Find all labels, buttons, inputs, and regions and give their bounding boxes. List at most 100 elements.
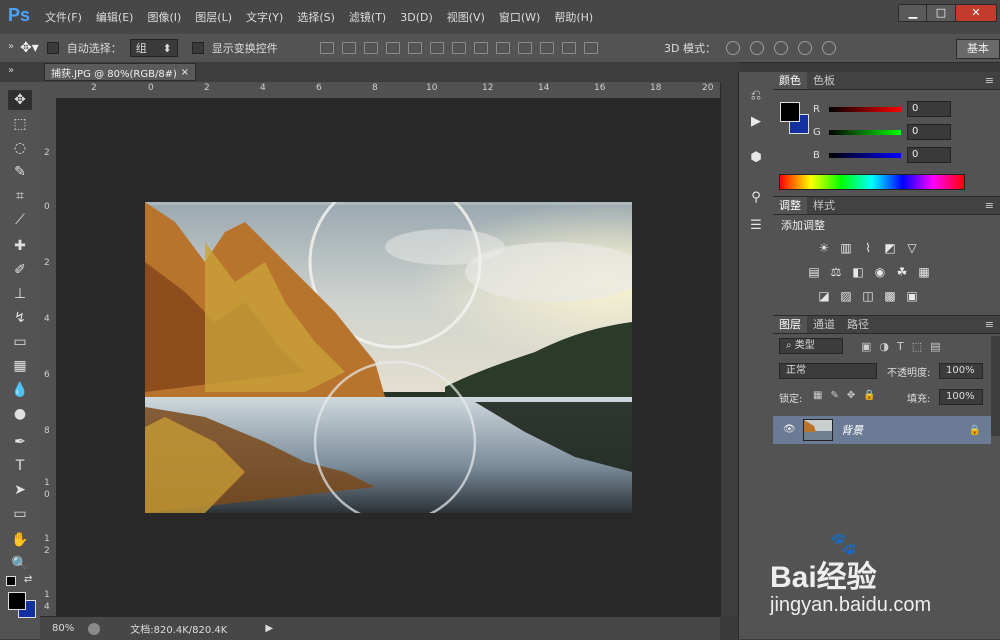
distribute-right-icon[interactable]: [562, 42, 576, 54]
pen-tool-icon[interactable]: ✒: [8, 432, 32, 452]
status-info-icon[interactable]: [88, 622, 101, 635]
align-left-icon[interactable]: [386, 42, 400, 54]
lock-all-icon[interactable]: 🔒: [863, 390, 875, 401]
zoom-level[interactable]: 80%: [52, 623, 74, 634]
red-slider[interactable]: [829, 106, 901, 112]
pixel-filter-icon[interactable]: ▣: [861, 340, 871, 353]
fill-field[interactable]: 100%: [939, 389, 983, 405]
canvas-scrollbar[interactable]: [720, 82, 739, 616]
align-bottom-icon[interactable]: [364, 42, 378, 54]
zoom-tool-icon[interactable]: 🔍: [8, 554, 32, 574]
vibrance-icon[interactable]: ▽: [905, 241, 919, 255]
layer-filter-dropdown[interactable]: ⌕ 类型: [779, 338, 843, 354]
type-tool-icon[interactable]: T: [8, 456, 32, 476]
menu-3d[interactable]: 3D(D): [399, 11, 434, 24]
layer-row[interactable]: 👁 背景 🔒: [773, 416, 991, 444]
tab-swatches[interactable]: 色板: [807, 72, 841, 89]
hue-saturation-icon[interactable]: ▤: [807, 265, 821, 279]
collapse-tools-icon[interactable]: »: [8, 65, 14, 76]
path-select-tool-icon[interactable]: ➤: [8, 480, 32, 500]
brightness-icon[interactable]: ☀: [817, 241, 831, 255]
menu-filter[interactable]: 滤镜(T): [348, 9, 387, 25]
eraser-tool-icon[interactable]: ▭: [8, 332, 32, 352]
color-lookup-icon[interactable]: ▦: [917, 265, 931, 279]
hand-tool-icon[interactable]: ✋: [8, 530, 32, 550]
distribute-left-icon[interactable]: [518, 42, 532, 54]
workspace-button[interactable]: 基本: [956, 39, 1000, 59]
close-button[interactable]: ✕: [955, 4, 997, 22]
gradient-map-icon[interactable]: ▩: [883, 289, 897, 303]
visibility-eye-icon[interactable]: 👁: [783, 424, 796, 436]
menu-layer[interactable]: 图层(L): [194, 9, 233, 25]
move-tool-icon[interactable]: ✥: [8, 90, 32, 110]
opacity-field[interactable]: 100%: [939, 363, 983, 379]
levels-icon[interactable]: ▥: [839, 241, 853, 255]
align-vcenter-icon[interactable]: [342, 42, 356, 54]
blue-value-field[interactable]: 0: [907, 147, 951, 163]
posterize-icon[interactable]: ▨: [839, 289, 853, 303]
photo-filter-icon[interactable]: ◉: [873, 265, 887, 279]
menu-view[interactable]: 视图(V): [446, 9, 486, 25]
foreground-color-swatch[interactable]: [8, 592, 26, 610]
menu-image[interactable]: 图像(I): [146, 9, 182, 25]
panel-menu-icon[interactable]: ≡: [985, 74, 994, 87]
tab-adjustments[interactable]: 调整: [773, 197, 807, 214]
menu-help[interactable]: 帮助(H): [553, 9, 594, 25]
marquee-tool-icon[interactable]: ⬚: [8, 114, 32, 134]
menu-edit[interactable]: 编辑(E): [95, 9, 135, 25]
tab-paths[interactable]: 路径: [841, 316, 875, 333]
3d-slide-icon[interactable]: [797, 41, 812, 55]
lock-position-icon[interactable]: ✥: [847, 390, 855, 401]
exposure-icon[interactable]: ◩: [883, 241, 897, 255]
menu-select[interactable]: 选择(S): [296, 9, 336, 25]
smart-filter-icon[interactable]: ▤: [930, 340, 940, 353]
color-spectrum[interactable]: [779, 174, 965, 190]
curves-icon[interactable]: ⌇: [861, 241, 875, 255]
brush-tool-icon[interactable]: ✐: [8, 260, 32, 280]
3d-panel-icon[interactable]: ⬢: [747, 148, 765, 166]
crop-tool-icon[interactable]: ⌗: [8, 186, 32, 206]
eyedropper-tool-icon[interactable]: ⟋: [8, 210, 32, 230]
color-balance-icon[interactable]: ⚖: [829, 265, 843, 279]
type-filter-icon[interactable]: T: [897, 340, 904, 353]
invert-icon[interactable]: ◪: [817, 289, 831, 303]
black-white-icon[interactable]: ◧: [851, 265, 865, 279]
default-colors-icon[interactable]: [6, 576, 16, 586]
properties-panel-icon[interactable]: ☰: [747, 216, 765, 234]
panel-menu-icon[interactable]: ≡: [985, 199, 994, 212]
menu-window[interactable]: 窗口(W): [498, 9, 541, 25]
blur-tool-icon[interactable]: 💧: [8, 380, 32, 400]
status-menu-arrow-icon[interactable]: ▶: [265, 623, 273, 634]
shape-filter-icon[interactable]: ⬚: [912, 340, 922, 353]
brush-panel-icon[interactable]: ⚲: [747, 188, 765, 206]
red-value-field[interactable]: 0: [907, 101, 951, 117]
clone-stamp-tool-icon[interactable]: ⊥: [8, 284, 32, 304]
show-transform-checkbox[interactable]: [191, 42, 204, 54]
document-image[interactable]: [145, 202, 632, 513]
blue-slider[interactable]: [829, 152, 901, 158]
adjust-filter-icon[interactable]: ◑: [879, 340, 889, 353]
swap-colors-icon[interactable]: ⇄: [24, 574, 32, 585]
tab-styles[interactable]: 样式: [807, 197, 841, 214]
distribute-bottom-icon[interactable]: [496, 42, 510, 54]
gradient-tool-icon[interactable]: ▦: [8, 356, 32, 376]
lock-transparent-icon[interactable]: ▦: [813, 390, 822, 401]
green-value-field[interactable]: 0: [907, 124, 951, 140]
align-hcenter-icon[interactable]: [408, 42, 422, 54]
distribute-vcenter-icon[interactable]: [474, 42, 488, 54]
healing-brush-tool-icon[interactable]: ✚: [8, 236, 32, 256]
blend-mode-dropdown[interactable]: 正常: [779, 363, 877, 379]
rectangle-tool-icon[interactable]: ▭: [8, 504, 32, 524]
tab-color[interactable]: 颜色: [773, 72, 807, 89]
distribute-hcenter-icon[interactable]: [540, 42, 554, 54]
minimize-button[interactable]: ▁: [898, 4, 928, 22]
close-tab-icon[interactable]: ×: [181, 67, 189, 78]
channel-mixer-icon[interactable]: ☘: [895, 265, 909, 279]
align-right-icon[interactable]: [430, 42, 444, 54]
3d-scale-icon[interactable]: [821, 41, 836, 55]
3d-drag-icon[interactable]: [773, 41, 788, 55]
lasso-tool-icon[interactable]: ◌: [8, 138, 32, 158]
layer-name[interactable]: 背景: [841, 422, 863, 438]
history-brush-tool-icon[interactable]: ↯: [8, 308, 32, 328]
menu-type[interactable]: 文字(Y): [245, 9, 284, 25]
